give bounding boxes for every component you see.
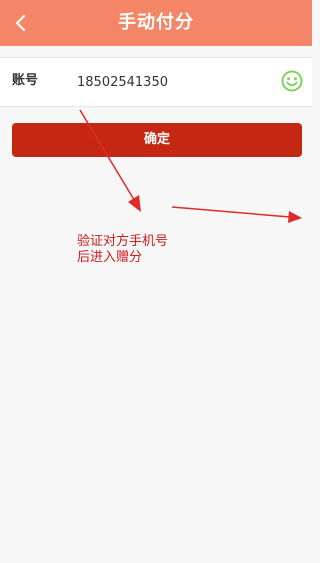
account-label: 账号 — [12, 73, 39, 88]
annotation-note: 验证对方手机号 后进入赠分 — [77, 234, 227, 266]
annotation-line-2: 后进入赠分 — [77, 250, 143, 265]
confirm-button[interactable]: 确定 — [12, 123, 302, 157]
annotation-line-1: 验证对方手机号 — [77, 234, 169, 249]
page-title: 手动付分 — [118, 12, 194, 33]
arrow-to-next-screen — [171, 206, 302, 223]
top-bar: 手动付分 — [0, 0, 312, 46]
account-input[interactable] — [77, 58, 267, 106]
account-row: 账号 — [0, 57, 312, 107]
smiley-face-icon[interactable] — [281, 70, 303, 92]
